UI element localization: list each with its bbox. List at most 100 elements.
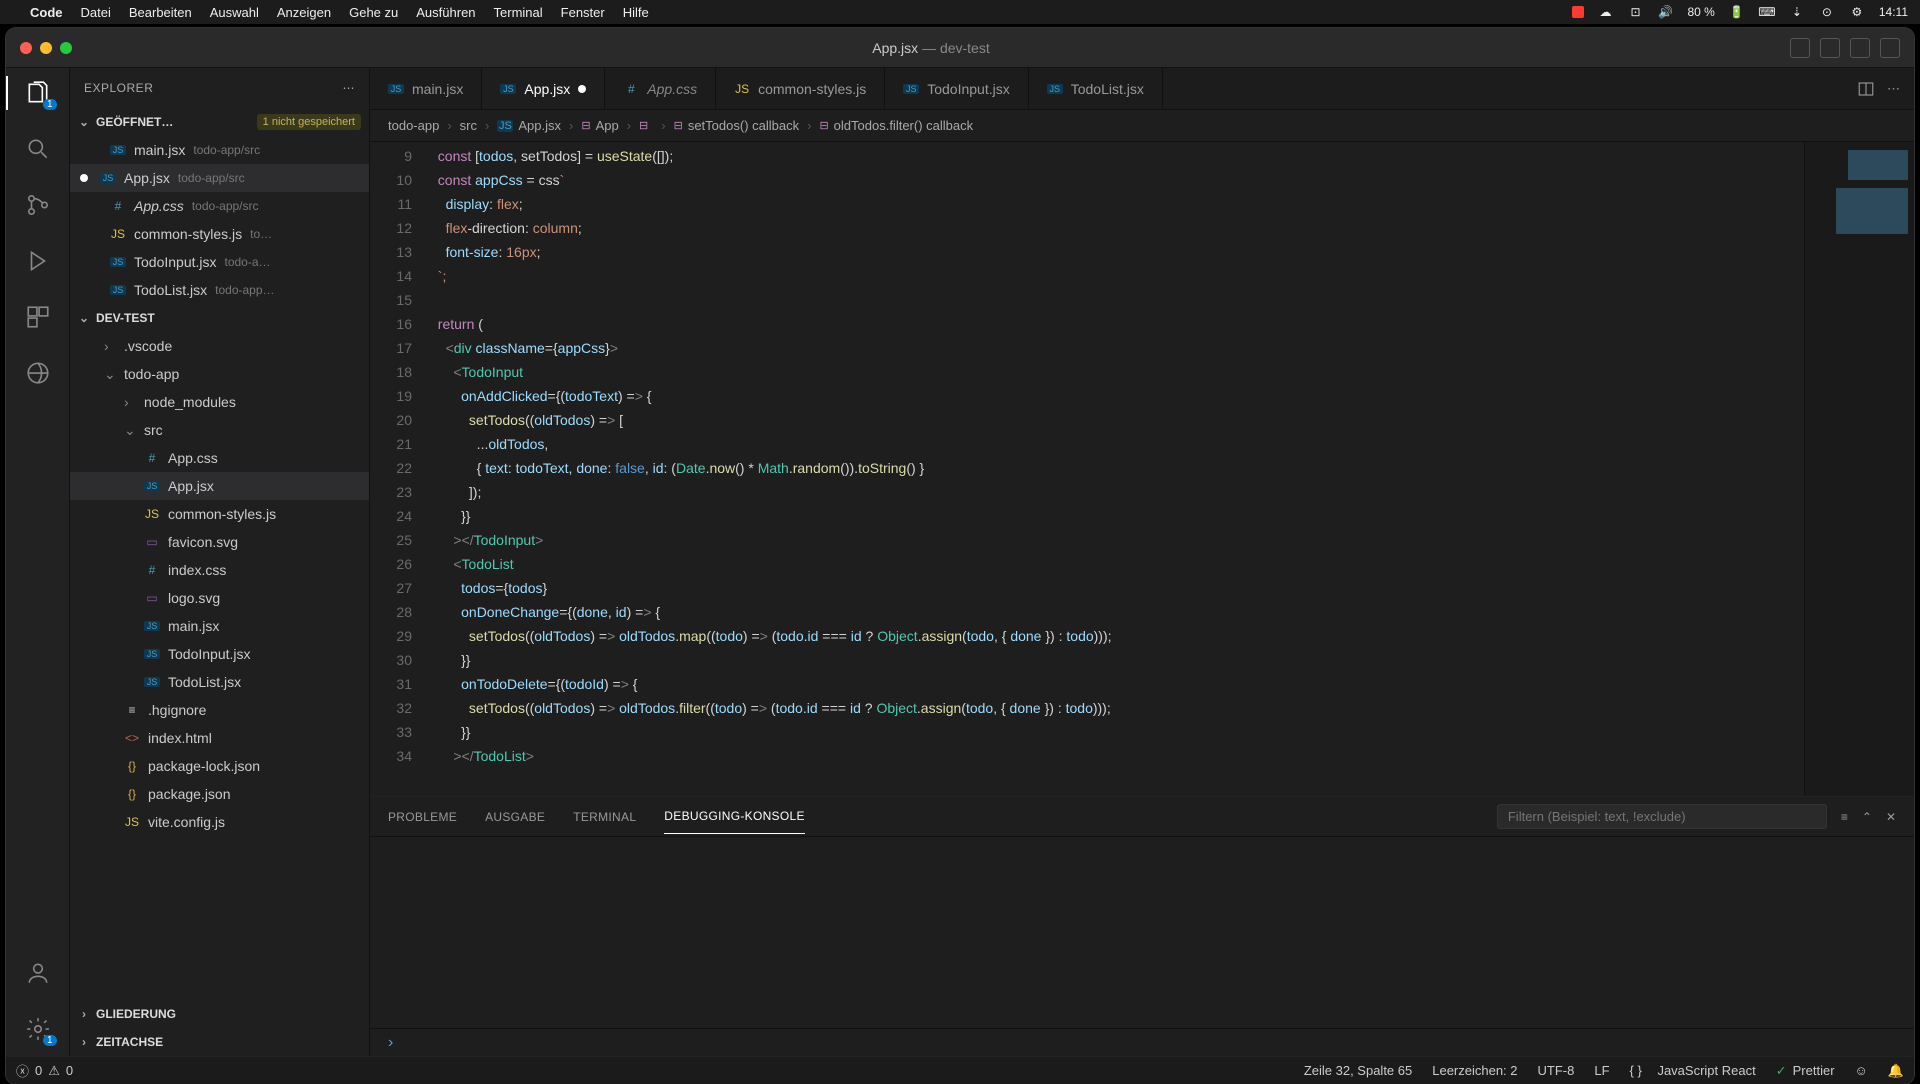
- editor-tab[interactable]: #App.css: [605, 68, 716, 109]
- file-item[interactable]: JSvite.config.js: [70, 808, 369, 836]
- breadcrumb-item[interactable]: src: [460, 118, 477, 133]
- cloud-icon[interactable]: ☁︎: [1598, 4, 1614, 20]
- breadcrumb-item[interactable]: ⊟: [639, 119, 653, 132]
- account-icon[interactable]: [23, 958, 53, 988]
- more-actions-icon[interactable]: ⋯: [1887, 81, 1900, 97]
- file-item[interactable]: JScommon-styles.js: [70, 500, 369, 528]
- panel-expand-icon[interactable]: ⌃: [1862, 810, 1872, 824]
- source-control-icon[interactable]: [23, 190, 53, 220]
- breadcrumb-item[interactable]: ⊟setTodos() callback: [674, 118, 800, 133]
- file-item[interactable]: JSmain.jsx: [70, 612, 369, 640]
- project-section[interactable]: ⌄ DEV-TEST: [70, 304, 369, 332]
- maximize-window-button[interactable]: [60, 42, 72, 54]
- open-editor-item[interactable]: JSTodoInput.jsxtodo-a…: [70, 248, 369, 276]
- editor-tab[interactable]: JSTodoInput.jsx: [885, 68, 1029, 109]
- file-item[interactable]: #index.css: [70, 556, 369, 584]
- open-editor-item[interactable]: JSTodoList.jsxtodo-app…: [70, 276, 369, 304]
- menubar-time[interactable]: 14:11: [1879, 5, 1908, 19]
- file-item[interactable]: {}package.json: [70, 780, 369, 808]
- breadcrumb-item[interactable]: ⊟App: [581, 118, 618, 133]
- editor-tab[interactable]: JScommon-styles.js: [716, 68, 885, 109]
- open-editor-item[interactable]: #App.csstodo-app/src: [70, 192, 369, 220]
- panel-filter-input[interactable]: [1497, 804, 1827, 829]
- folder-item[interactable]: ⌄src: [70, 416, 369, 444]
- battery-percent[interactable]: 80 %: [1688, 5, 1715, 19]
- split-editor-icon[interactable]: [1857, 80, 1875, 98]
- menu-ausfuehren[interactable]: Ausführen: [416, 5, 475, 20]
- breadcrumb[interactable]: todo-app›src›JSApp.jsx›⊟App›⊟›⊟setTodos(…: [370, 110, 1914, 142]
- breadcrumb-item[interactable]: JSApp.jsx: [497, 118, 561, 133]
- sidebar-more-icon[interactable]: ⋯: [343, 81, 356, 95]
- open-editor-item[interactable]: JSmain.jsxtodo-app/src: [70, 136, 369, 164]
- remote-icon[interactable]: [23, 358, 53, 388]
- editor-tab[interactable]: JSmain.jsx: [370, 68, 482, 109]
- menu-datei[interactable]: Datei: [81, 5, 111, 20]
- menu-bearbeiten[interactable]: Bearbeiten: [129, 5, 192, 20]
- outline-section[interactable]: › GLIEDERUNG: [70, 1000, 369, 1028]
- layout-full-icon[interactable]: [1880, 38, 1900, 58]
- panel-tab-probleme[interactable]: PROBLEME: [388, 800, 457, 834]
- menu-terminal[interactable]: Terminal: [494, 5, 543, 20]
- folder-item[interactable]: ⌄todo-app: [70, 360, 369, 388]
- keyboard-icon[interactable]: ⌨︎: [1759, 4, 1775, 20]
- debug-prompt[interactable]: ›: [370, 1028, 1914, 1056]
- file-item[interactable]: {}package-lock.json: [70, 752, 369, 780]
- file-item[interactable]: <>index.html: [70, 724, 369, 752]
- file-item[interactable]: JSTodoInput.jsx: [70, 640, 369, 668]
- status-errors[interactable]: ⓧ0 ⚠0: [16, 1061, 73, 1080]
- status-prettier[interactable]: ✓Prettier: [1776, 1063, 1835, 1079]
- menu-hilfe[interactable]: Hilfe: [623, 5, 649, 20]
- explorer-icon[interactable]: 1: [23, 78, 53, 108]
- file-item[interactable]: JSApp.jsx: [70, 472, 369, 500]
- breadcrumb-item[interactable]: ⊟oldTodos.filter() callback: [819, 118, 973, 133]
- close-window-button[interactable]: [20, 42, 32, 54]
- file-item[interactable]: #App.css: [70, 444, 369, 472]
- menu-anzeigen[interactable]: Anzeigen: [277, 5, 331, 20]
- timeline-section[interactable]: › ZEITACHSE: [70, 1028, 369, 1056]
- open-editor-item[interactable]: JScommon-styles.jsto…: [70, 220, 369, 248]
- layout-left-icon[interactable]: [1790, 38, 1810, 58]
- file-item[interactable]: ≡.hgignore: [70, 696, 369, 724]
- status-feedback-icon[interactable]: ☺: [1855, 1063, 1868, 1078]
- settings-gear-icon[interactable]: 1: [23, 1014, 53, 1044]
- battery-icon[interactable]: 🔋: [1729, 4, 1745, 20]
- minimap[interactable]: [1804, 142, 1914, 796]
- extensions-icon[interactable]: [23, 302, 53, 332]
- menu-gehezu[interactable]: Gehe zu: [349, 5, 398, 20]
- code-content[interactable]: const [todos, setTodos] = useState([]); …: [430, 142, 1804, 796]
- control-center-icon[interactable]: ⚙︎: [1849, 4, 1865, 20]
- editor-tab[interactable]: JSTodoList.jsx: [1029, 68, 1163, 109]
- status-language[interactable]: { } JavaScript React: [1630, 1063, 1756, 1078]
- layout-bottom-icon[interactable]: [1820, 38, 1840, 58]
- open-editors-section[interactable]: ⌄ GEÖFFNET… 1 nicht gespeichert: [70, 108, 369, 136]
- panel-tab-terminal[interactable]: TERMINAL: [573, 800, 636, 834]
- status-spaces[interactable]: Leerzeichen: 2: [1432, 1063, 1517, 1078]
- folder-item[interactable]: ›node_modules: [70, 388, 369, 416]
- panel-close-icon[interactable]: ✕: [1886, 810, 1896, 824]
- menu-fenster[interactable]: Fenster: [561, 5, 605, 20]
- spotlight-icon[interactable]: ⊙: [1819, 4, 1835, 20]
- recording-icon[interactable]: [1572, 6, 1584, 18]
- layout-right-icon[interactable]: [1850, 38, 1870, 58]
- volume-icon[interactable]: 🔊: [1658, 4, 1674, 20]
- search-icon[interactable]: [23, 134, 53, 164]
- open-editor-item[interactable]: JSApp.jsxtodo-app/src: [70, 164, 369, 192]
- file-item[interactable]: ▭favicon.svg: [70, 528, 369, 556]
- status-bell-icon[interactable]: 🔔: [1888, 1063, 1904, 1079]
- tray-icon[interactable]: ⊡: [1628, 4, 1644, 20]
- status-encoding[interactable]: UTF-8: [1538, 1063, 1575, 1078]
- menu-auswahl[interactable]: Auswahl: [210, 5, 259, 20]
- status-eol[interactable]: LF: [1594, 1063, 1609, 1078]
- file-item[interactable]: ▭logo.svg: [70, 584, 369, 612]
- menubar-app-name[interactable]: Code: [30, 5, 63, 20]
- wifi-off-icon[interactable]: ⇣: [1789, 4, 1805, 20]
- editor-tab[interactable]: JSApp.jsx: [482, 68, 605, 109]
- status-cursor[interactable]: Zeile 32, Spalte 65: [1304, 1063, 1412, 1078]
- filter-icon[interactable]: ≡: [1841, 810, 1848, 824]
- code-editor[interactable]: 9101112131415161718192021222324252627282…: [370, 142, 1914, 796]
- breadcrumb-item[interactable]: todo-app: [388, 118, 439, 133]
- file-item[interactable]: JSTodoList.jsx: [70, 668, 369, 696]
- folder-item[interactable]: ›.vscode: [70, 332, 369, 360]
- minimize-window-button[interactable]: [40, 42, 52, 54]
- panel-tab-ausgabe[interactable]: AUSGABE: [485, 800, 545, 834]
